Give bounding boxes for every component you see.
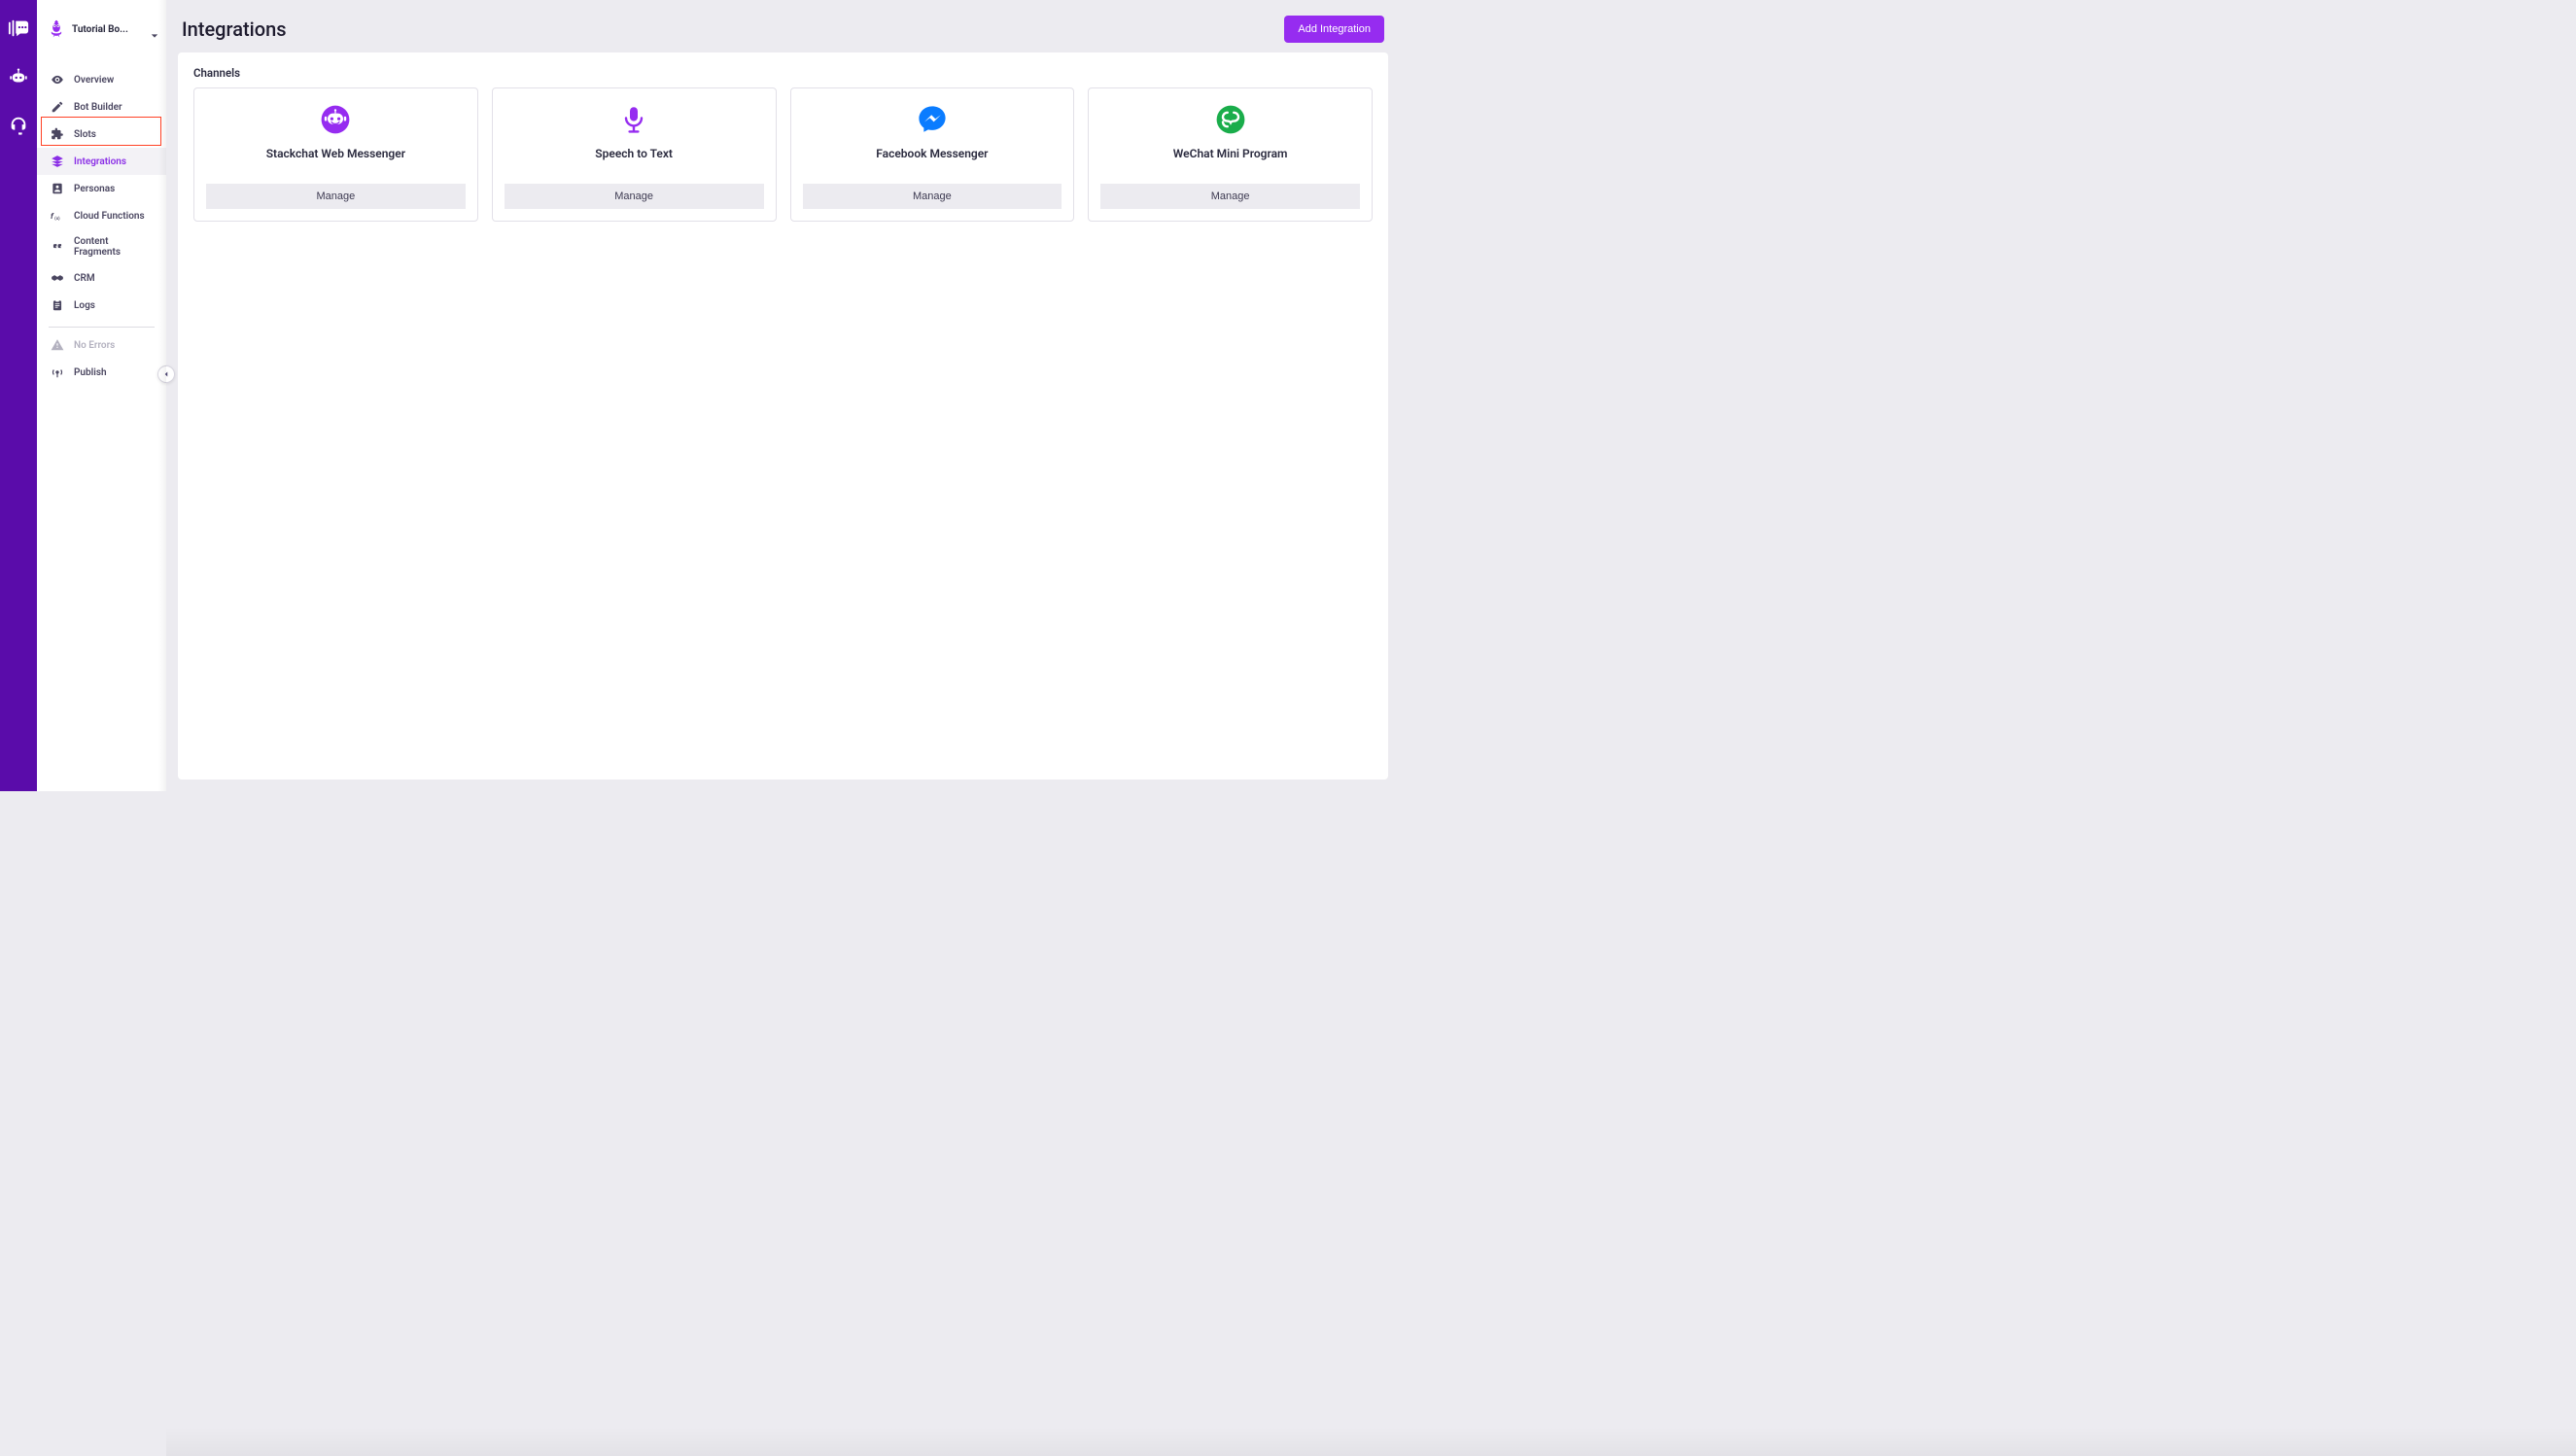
nav-personas[interactable]: Personas [37,175,166,202]
sidebar-nav: Overview Bot Builder Slots Integrations … [37,66,166,386]
nav-label: Content Fragments [74,236,157,258]
nav-label: Overview [74,75,114,86]
left-rail [0,0,37,791]
card-title: Speech to Text [595,147,673,176]
card-title: Facebook Messenger [876,147,988,176]
quote-icon [51,240,64,254]
titlebar: Integrations Add Integration [178,0,1388,52]
nav-label: Personas [74,184,115,194]
svg-text:f: f [51,211,54,221]
manage-button[interactable]: Manage [803,184,1062,209]
nav-overview[interactable]: Overview [37,66,166,93]
messenger-icon [917,104,948,135]
cards-row: Stackchat Web Messenger Manage Speech to… [193,87,1373,222]
nav-label: No Errors [74,340,115,351]
collapse-sidebar-button[interactable] [157,365,175,383]
card-stackchat-web-messenger: Stackchat Web Messenger Manage [193,87,478,222]
microphone-icon [618,104,649,135]
id-card-icon [51,182,64,195]
wechat-mini-icon [1215,104,1246,135]
manage-button[interactable]: Manage [505,184,764,209]
sidebar: Tutorial Bo... Overview Bot Builder Slot… [37,0,166,791]
nav-slots[interactable]: Slots [37,121,166,148]
function-icon: f(x) [51,209,64,223]
nav-label: Logs [74,300,95,311]
bot-selector[interactable]: Tutorial Bo... [37,16,166,49]
nav-divider [49,327,155,328]
headset-rail-icon[interactable] [8,115,29,136]
nav-bot-builder[interactable]: Bot Builder [37,93,166,121]
nav-label: Integrations [74,156,126,167]
caret-down-icon [151,25,158,33]
page-title: Integrations [182,17,287,41]
card-speech-to-text: Speech to Text Manage [492,87,777,222]
nav-integrations[interactable]: Integrations [37,148,166,175]
nav-label: Cloud Functions [74,211,145,222]
app-root: Tutorial Bo... Overview Bot Builder Slot… [0,0,1400,791]
warning-icon [51,338,64,352]
card-wechat-mini-program: WeChat Mini Program Manage [1088,87,1373,222]
card-title: Stackchat Web Messenger [266,147,405,176]
nav-label: Slots [74,129,96,140]
bot-avatar-icon [47,19,66,39]
clipboard-icon [51,298,64,312]
bot-name: Tutorial Bo... [72,24,145,35]
svg-text:(x): (x) [54,215,60,222]
section-title-channels: Channels [193,66,1373,80]
nav-label: Bot Builder [74,102,122,113]
bottom-shadow [166,1427,2576,1456]
main-area: Integrations Add Integration Channels St… [166,0,1400,791]
manage-button[interactable]: Manage [206,184,466,209]
handshake-icon [51,271,64,285]
nav-publish[interactable]: Publish [37,359,166,386]
nav-no-errors[interactable]: No Errors [37,331,166,359]
manage-button[interactable]: Manage [1100,184,1360,209]
puzzle-icon [51,127,64,141]
card-facebook-messenger: Facebook Messenger Manage [790,87,1075,222]
nav-label: Publish [74,367,107,378]
pencil-icon [51,100,64,114]
robot-circle-icon [320,104,351,135]
logo-icon[interactable] [8,17,29,39]
nav-logs[interactable]: Logs [37,292,166,319]
broadcast-icon [51,365,64,379]
robot-rail-icon[interactable] [8,66,29,87]
nav-crm[interactable]: CRM [37,264,166,292]
card-title: WeChat Mini Program [1173,147,1288,176]
nav-label: CRM [74,273,95,284]
nav-cloud-functions[interactable]: f(x) Cloud Functions [37,202,166,229]
eye-icon [51,73,64,87]
content-panel: Channels Stackchat Web Messenger Manage … [178,52,1388,780]
nav-content-fragments[interactable]: Content Fragments [37,229,166,264]
add-integration-button[interactable]: Add Integration [1284,16,1384,43]
layers-icon [51,155,64,168]
